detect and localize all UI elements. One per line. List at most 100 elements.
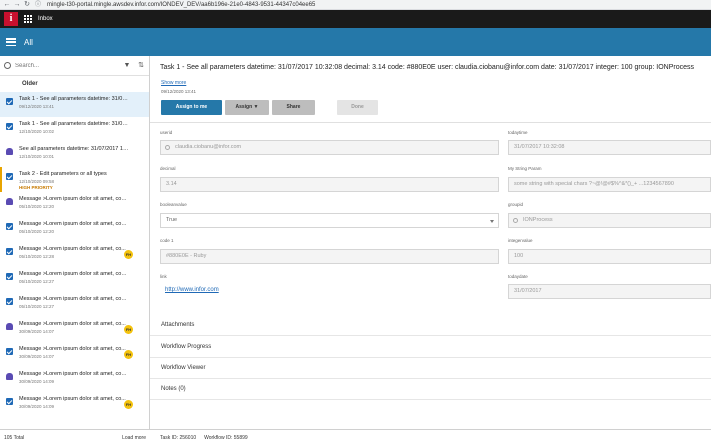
link-label: link [160, 274, 167, 279]
check-icon [6, 223, 13, 230]
browser-toolbar: ← → ↻ ⓘ mingle-t30-portal.mingle.awsdev.… [0, 0, 711, 10]
assign-button[interactable]: Assign ▼ [225, 100, 269, 115]
app-bar: i Inbox [0, 10, 711, 28]
inbox-item-body: Message >Lorem ipsum dolor sit amet, con… [19, 271, 145, 284]
inbox-item[interactable]: Task 1 - See all parameters datetime: 31… [0, 117, 149, 142]
search-input[interactable] [15, 62, 117, 69]
check-icon [6, 348, 13, 355]
decimal-label: decimal [160, 166, 176, 171]
info-icon[interactable]: ⓘ [35, 2, 41, 8]
link-value[interactable]: http://www.infor.com [165, 287, 219, 293]
groupid-value: IONProcess [523, 217, 553, 223]
load-more-button[interactable]: Load more [122, 435, 146, 441]
inbox-item[interactable]: Message >Lorem ipsum dolor sit amet, con… [0, 192, 149, 217]
inbox-item[interactable]: Message >Lorem ipsum dolor sit amet, con… [0, 267, 149, 292]
inbox-item-body: Message >Lorem ipsum dolor sit amet, con… [19, 196, 145, 209]
search-icon [165, 145, 170, 150]
inbox-item-title: Message >Lorem ipsum dolor sit amet, con… [19, 296, 129, 302]
code-label: code 1 [160, 238, 174, 243]
inbox-item-date: 05/10/2020 12:27 [19, 279, 55, 284]
inbox-item[interactable]: Task 2 - Edit parameters or all types 12/… [0, 167, 149, 192]
inbox-item-body: Task 1 - See all parameters datetime: 31… [19, 121, 145, 134]
forward-icon[interactable]: → [13, 1, 21, 9]
todaytime-label: todaytime [508, 130, 528, 135]
address-bar[interactable]: mingle-t30-portal.mingle.awsdev.infor.co… [47, 2, 315, 8]
attachments-section[interactable]: Attachments [150, 315, 711, 336]
check-icon [6, 173, 13, 180]
inbox-item[interactable]: Message >Lorem ipsum dolor sit amet, con… [0, 367, 149, 392]
search-icon [513, 218, 518, 223]
todaydate-field[interactable]: 31/07/2017 [508, 284, 711, 299]
priority-label: HIGH PRIORITY [19, 185, 53, 190]
inbox-item-body: Message >Lorem ipsum dolor sit amet, con… [19, 296, 145, 309]
avatar: FH [124, 400, 133, 409]
inbox-item-title: Task 1 - See all parameters datetime: 31… [19, 121, 129, 127]
chevron-down-icon [490, 220, 494, 223]
inbox-item[interactable]: Message >Lorem ipsum dolor sit amet, co.… [0, 242, 149, 267]
integer-label: integervalue [508, 238, 533, 243]
show-more-link[interactable]: Show more [161, 80, 186, 86]
back-icon[interactable]: ← [3, 1, 11, 9]
workflow-viewer-section[interactable]: Workflow Viewer [150, 358, 711, 379]
sort-icon[interactable]: ⇅ [137, 62, 145, 70]
inbox-item[interactable]: Message >Lorem ipsum dolor sit amet, co.… [0, 317, 149, 342]
inbox-item[interactable]: Message >Lorem ipsum dolor sit amet, co.… [0, 342, 149, 367]
avatar: FH [124, 250, 133, 259]
task-footer: Task ID: 256010 Workflow ID: 55899 [150, 429, 711, 445]
string-label: My String Param [508, 166, 542, 171]
todaytime-field[interactable]: 31/07/2017 10:32:08 [508, 140, 711, 155]
workflow-id: Workflow ID: 55899 [204, 434, 248, 441]
menu-icon[interactable] [6, 38, 16, 46]
notes-section[interactable]: Notes (0) [150, 379, 711, 400]
avatar: FH [124, 350, 133, 359]
inbox-item-body: Message >Lorem ipsum dolor sit amet, con… [19, 371, 145, 384]
bell-icon [6, 373, 13, 380]
infor-logo[interactable]: i [4, 12, 18, 26]
inbox-item-date: 05/10/2020 12:27 [19, 304, 55, 309]
string-field[interactable]: some string with special chars ?~@!@#$%^… [508, 177, 711, 192]
reload-icon[interactable]: ↻ [23, 1, 31, 9]
inbox-item-body: Task 2 - Edit parameters or all types 12/… [19, 171, 145, 190]
inbox-item-date: 12/10/2020 10:01 [19, 154, 55, 159]
inbox-list: Task 1 - See all parameters datetime: 31… [0, 92, 149, 417]
inbox-item-title: Message >Lorem ipsum dolor sit amet, co.… [19, 346, 126, 352]
inbox-item[interactable]: Message >Lorem ipsum dolor sit amet, con… [0, 217, 149, 242]
page-header: All [0, 28, 711, 56]
inbox-item-body: Task 1 - See all parameters datetime: 31… [19, 96, 145, 109]
inbox-item-title: See all parameters datetime: 31/07/2017 … [19, 146, 129, 152]
inbox-item[interactable]: Message >Lorem ipsum dolor sit amet, con… [0, 292, 149, 317]
integer-field[interactable]: 100 [508, 249, 711, 264]
avatar: FH [124, 325, 133, 334]
userid-field[interactable]: claudia.ciobanu@infor.com [160, 140, 499, 155]
filter-icon[interactable]: ▼ [123, 62, 131, 70]
page-title: All [24, 37, 33, 47]
done-button[interactable]: Done [337, 100, 378, 115]
share-button[interactable]: Share [272, 100, 315, 115]
bell-icon [6, 323, 13, 330]
inbox-item-title: Message >Lorem ipsum dolor sit amet, con… [19, 371, 129, 377]
groupid-field[interactable]: IONProcess [508, 213, 711, 228]
inbox-item-title: Message >Lorem ipsum dolor sit amet, co.… [19, 396, 126, 402]
search-row: ▼ ⇅ [0, 56, 149, 76]
inbox-item-title: Message >Lorem ipsum dolor sit amet, con… [19, 271, 129, 277]
inbox-item[interactable]: Task 1 - See all parameters datetime: 31… [0, 92, 149, 117]
inbox-item-title: Message >Lorem ipsum dolor sit amet, co.… [19, 246, 126, 252]
bell-icon [6, 148, 13, 155]
inbox-item-title: Message >Lorem ipsum dolor sit amet, co.… [19, 321, 126, 327]
inbox-item-body: Message >Lorem ipsum dolor sit amet, con… [19, 221, 145, 234]
inbox-item[interactable]: See all parameters datetime: 31/07/2017 … [0, 142, 149, 167]
userid-value: claudia.ciobanu@infor.com [175, 144, 242, 150]
group-header: Older [22, 81, 38, 87]
code-field[interactable]: #880E0E - Ruby [160, 249, 499, 264]
app-name: Inbox [38, 16, 53, 22]
inbox-item[interactable]: Message >Lorem ipsum dolor sit amet, co.… [0, 392, 149, 417]
decimal-field[interactable]: 3.14 [160, 177, 499, 192]
boolean-select[interactable]: True [160, 213, 499, 228]
inbox-item-date: 12/10/2020 09:58 [19, 179, 55, 184]
assign-to-me-button[interactable]: Assign to me [161, 100, 222, 115]
total-count: 105 Total [4, 434, 25, 441]
inbox-item-body: See all parameters datetime: 31/07/2017 … [19, 146, 145, 159]
check-icon [6, 398, 13, 405]
app-grid-icon[interactable] [24, 15, 32, 23]
workflow-progress-section[interactable]: Workflow Progress [150, 337, 711, 358]
